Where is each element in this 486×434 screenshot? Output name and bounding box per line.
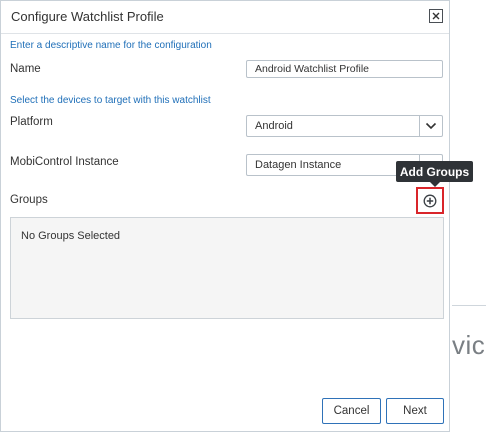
- platform-select[interactable]: Android: [246, 115, 443, 137]
- platform-select-value: Android: [255, 120, 293, 132]
- instance-label: MobiControl Instance: [10, 156, 119, 168]
- next-button[interactable]: Next: [386, 398, 444, 424]
- close-button[interactable]: [429, 9, 443, 23]
- plus-circle-icon: [423, 194, 437, 207]
- name-input[interactable]: [246, 60, 443, 78]
- add-groups-button[interactable]: [416, 187, 444, 214]
- add-groups-tooltip: Add Groups: [396, 161, 473, 182]
- background-partial-text: vic: [452, 330, 486, 360]
- close-icon: [432, 12, 440, 20]
- groups-label: Groups: [10, 194, 48, 206]
- instance-select-value: Datagen Instance: [255, 159, 342, 171]
- dialog-title: Configure Watchlist Profile: [11, 9, 164, 24]
- groups-empty-message: No Groups Selected: [21, 230, 121, 242]
- tooltip-arrow: [430, 182, 440, 187]
- chevron-down-icon: [419, 116, 442, 136]
- platform-label: Platform: [10, 116, 53, 128]
- groups-list: No Groups Selected: [10, 217, 444, 319]
- configure-watchlist-dialog: Configure Watchlist Profile Enter a desc…: [0, 0, 450, 432]
- background-divider: [452, 305, 486, 306]
- devices-hint: Select the devices to target with this w…: [10, 95, 211, 106]
- name-hint: Enter a descriptive name for the configu…: [10, 40, 212, 51]
- name-label: Name: [10, 63, 41, 75]
- dialog-header: Configure Watchlist Profile: [1, 1, 449, 34]
- cancel-button[interactable]: Cancel: [322, 398, 381, 424]
